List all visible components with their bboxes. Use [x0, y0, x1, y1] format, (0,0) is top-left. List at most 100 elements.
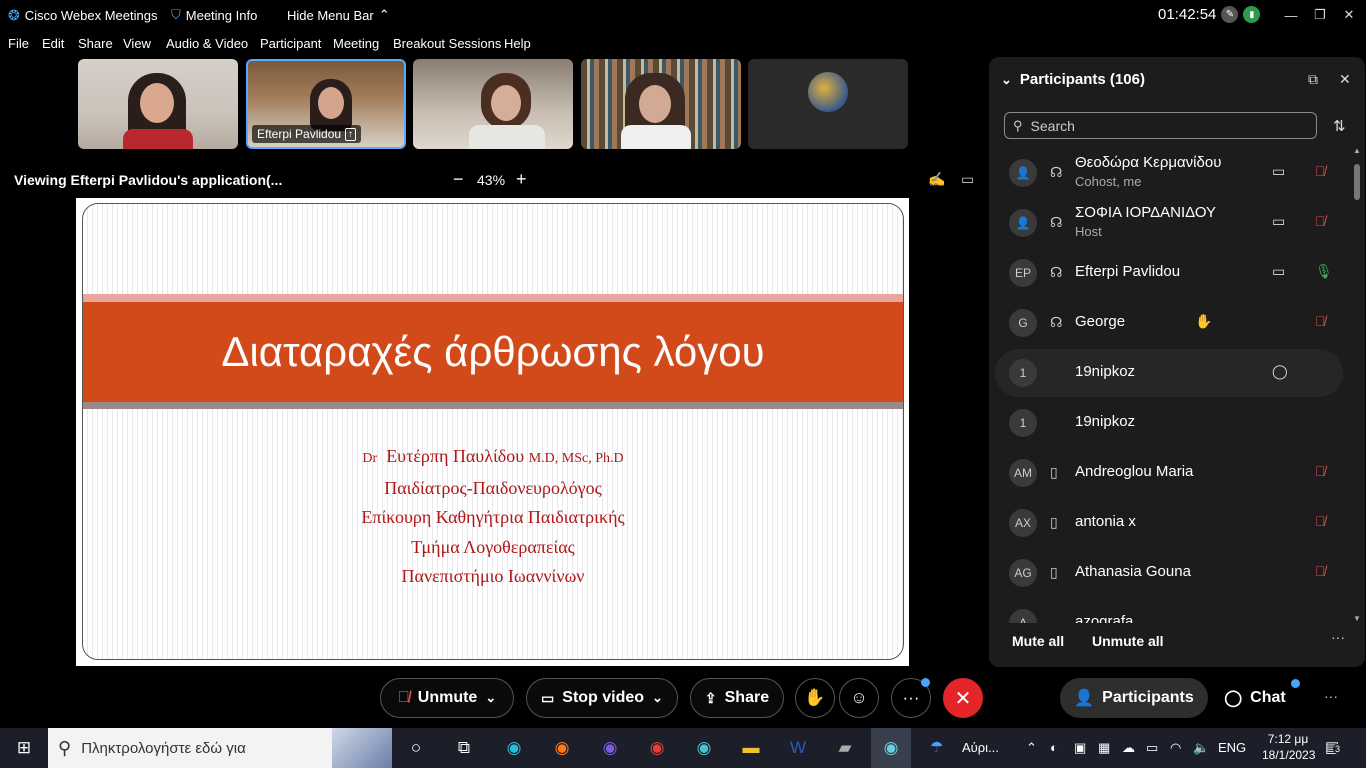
- weather-icon[interactable]: ☂: [930, 738, 943, 756]
- reactions-button[interactable]: ☺: [839, 678, 879, 718]
- word-icon[interactable]: W: [784, 736, 812, 760]
- tray-app-icon[interactable]: ▣: [1074, 740, 1086, 756]
- participant-face: [140, 83, 174, 123]
- menu-file[interactable]: File: [8, 32, 29, 55]
- annotate-icon[interactable]: ✍: [928, 171, 945, 188]
- scroll-up-icon[interactable]: ▲: [1353, 146, 1361, 155]
- cortana-icon[interactable]: ○: [402, 736, 430, 760]
- video-thumbnail[interactable]: [78, 59, 238, 149]
- maximize-button[interactable]: ❐: [1305, 4, 1335, 26]
- taskbar-clock[interactable]: 7:12 μμ 18/1/2023: [1262, 731, 1315, 763]
- view-options-icon[interactable]: ▭: [961, 171, 974, 188]
- participant-row[interactable]: AM ▯ Andreoglou Maria 🎙̸: [995, 449, 1343, 497]
- video-icon[interactable]: ▭: [1272, 263, 1285, 280]
- wifi-icon[interactable]: ◠: [1170, 740, 1181, 756]
- participant-row[interactable]: AX ▯ antonia x 🎙̸: [995, 499, 1343, 547]
- webex-taskbar-icon[interactable]: ◉: [871, 728, 911, 768]
- battery-icon[interactable]: ▭: [1146, 740, 1158, 756]
- language-indicator[interactable]: ENG: [1218, 740, 1246, 755]
- app-icon[interactable]: ◉: [690, 736, 718, 760]
- chevron-up-icon[interactable]: ⌃: [1026, 740, 1037, 756]
- video-thumbnail[interactable]: [413, 59, 573, 149]
- more-controls-button[interactable]: ···: [891, 678, 931, 718]
- weather-text[interactable]: Αύρι...: [962, 740, 999, 755]
- panel-footer: Mute all Unmute all ···: [989, 623, 1365, 667]
- mic-muted-icon[interactable]: 🎙̸: [1315, 463, 1326, 479]
- leave-meeting-button[interactable]: ✕: [943, 678, 983, 718]
- participant-search-input[interactable]: ⚲ Search: [1004, 112, 1317, 139]
- app-icon[interactable]: ▰: [831, 736, 859, 760]
- chevron-down-icon[interactable]: ⌄: [652, 690, 663, 706]
- chat-bubble-icon[interactable]: ◯: [1272, 363, 1288, 380]
- zoom-out-button[interactable]: −: [453, 169, 464, 190]
- viber-icon[interactable]: ◉: [596, 736, 624, 760]
- participant-row-partial[interactable]: A azografa: [995, 599, 1343, 623]
- close-window-button[interactable]: ✕: [1334, 4, 1364, 26]
- mic-muted-icon[interactable]: 🎙̸: [1315, 563, 1326, 579]
- chrome-icon[interactable]: ◉: [643, 736, 671, 760]
- scroll-thumb[interactable]: [1354, 164, 1360, 200]
- avatar: 1: [1009, 409, 1037, 437]
- chevron-down-icon[interactable]: ⌄: [1001, 72, 1012, 88]
- video-thumbnail-avatar[interactable]: [748, 59, 908, 149]
- menu-audio-video[interactable]: Audio & Video: [166, 32, 248, 55]
- minimize-button[interactable]: —: [1276, 4, 1306, 26]
- tray-app-icon[interactable]: ▦: [1098, 740, 1110, 756]
- taskbar-search-box[interactable]: ⚲ Πληκτρολογήστε εδώ για: [48, 728, 392, 768]
- file-explorer-icon[interactable]: ▬: [737, 736, 765, 760]
- participant-row[interactable]: 👤 ☊ ΣΟΦΙΑ ΙΟΡΔΑΝΙΔΟΥ Host ▭ 🎙̸: [995, 199, 1343, 247]
- mic-on-icon[interactable]: 🎙: [1315, 263, 1333, 280]
- menu-help[interactable]: Help: [504, 32, 531, 55]
- participant-row-hovered[interactable]: 1 19nipkoz ◯: [995, 349, 1343, 397]
- unmute-all-button[interactable]: Unmute all: [1092, 633, 1164, 649]
- zoom-in-button[interactable]: +: [516, 169, 527, 190]
- pencil-icon[interactable]: ✎: [1221, 6, 1239, 23]
- mic-muted-icon[interactable]: 🎙̸: [1315, 163, 1326, 179]
- meeting-info-button[interactable]: ⛉ Meeting Info: [171, 7, 257, 23]
- menu-view[interactable]: View: [123, 32, 151, 55]
- video-icon[interactable]: ▭: [1272, 163, 1285, 180]
- participants-header[interactable]: ⌄ Participants (106): [1001, 71, 1145, 88]
- tray-webex-icon[interactable]: ◐: [1050, 740, 1058, 755]
- mic-muted-icon[interactable]: 🎙̸: [1315, 513, 1326, 529]
- video-thumbnail-active[interactable]: Efterpi Pavlidou ↑: [246, 59, 406, 149]
- menu-breakout-sessions[interactable]: Breakout Sessions: [393, 32, 501, 55]
- more-options-icon[interactable]: ···: [1324, 688, 1338, 704]
- task-view-icon[interactable]: ⧉: [450, 736, 478, 760]
- raise-hand-button[interactable]: ✋: [795, 678, 835, 718]
- firefox-icon[interactable]: ◉: [548, 736, 576, 760]
- menu-edit[interactable]: Edit: [42, 32, 64, 55]
- participant-row[interactable]: AG ▯ Athanasia Gouna 🎙̸: [995, 549, 1343, 597]
- network-stats-icon[interactable]: ▮: [1243, 6, 1261, 23]
- share-button[interactable]: ⇪ Share: [690, 678, 784, 718]
- video-thumbnail[interactable]: [581, 59, 741, 149]
- mic-muted-icon[interactable]: 🎙̸: [1315, 313, 1326, 329]
- windows-start-icon[interactable]: ⊞: [10, 736, 38, 760]
- video-icon[interactable]: ▭: [1272, 213, 1285, 230]
- more-options-icon[interactable]: ···: [1331, 629, 1345, 645]
- scroll-down-icon[interactable]: ▼: [1353, 614, 1361, 623]
- unmute-button[interactable]: 🎙̸ Unmute ⌄: [380, 678, 514, 718]
- participants-scrollbar[interactable]: ▲ ▼: [1353, 146, 1361, 623]
- menu-participant[interactable]: Participant: [260, 32, 321, 55]
- menu-share[interactable]: Share: [78, 32, 113, 55]
- volume-icon[interactable]: 🔈: [1193, 740, 1209, 756]
- menu-meeting[interactable]: Meeting: [333, 32, 379, 55]
- participant-row[interactable]: G ☊ George ✋ 🎙̸: [995, 299, 1343, 347]
- onedrive-icon[interactable]: ☁: [1122, 740, 1135, 756]
- mic-muted-icon[interactable]: 🎙̸: [1315, 213, 1326, 229]
- notifications-icon[interactable]: ▤ 3: [1325, 738, 1343, 756]
- participant-row[interactable]: 1 19nipkoz: [995, 399, 1343, 447]
- sort-icon[interactable]: ⇅: [1333, 117, 1346, 135]
- mute-all-button[interactable]: Mute all: [1012, 633, 1064, 649]
- close-panel-icon[interactable]: ✕: [1339, 71, 1351, 88]
- chevron-down-icon[interactable]: ⌄: [485, 690, 496, 706]
- popout-icon[interactable]: ⧉: [1308, 71, 1318, 88]
- chat-button[interactable]: ◯ Chat: [1216, 678, 1300, 718]
- hide-menu-bar-button[interactable]: Hide Menu Bar ⌃: [287, 7, 390, 23]
- stop-video-button[interactable]: ▭ Stop video ⌄: [526, 678, 678, 718]
- participant-row[interactable]: 👤 ☊ Θεοδώρα Κερμανίδου Cohost, me ▭ 🎙̸: [995, 149, 1343, 197]
- participants-toggle-button[interactable]: 👤 Participants: [1060, 678, 1208, 718]
- edge-icon[interactable]: ◉: [500, 736, 528, 760]
- participant-row[interactable]: EP ☊ Efterpi Pavlidou ▭ 🎙: [995, 249, 1343, 297]
